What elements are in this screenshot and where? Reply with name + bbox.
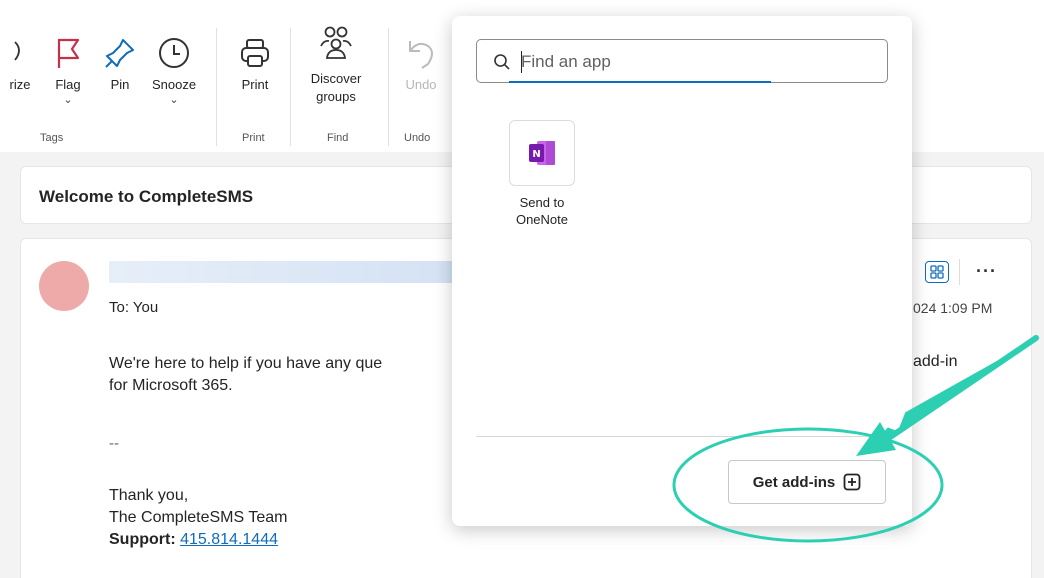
snooze-label: Snooze	[151, 77, 197, 92]
clock-icon	[146, 30, 202, 70]
undo-label: Undo	[405, 77, 437, 92]
discover-label: Discover groups	[298, 70, 374, 106]
group-label-print: Print	[242, 132, 265, 144]
apps-popup: N Send to OneNote Get add-ins	[452, 16, 912, 526]
apps-button[interactable]	[925, 261, 949, 283]
get-add-ins-label: Get add-ins	[752, 473, 836, 491]
sender-name-redacted	[109, 261, 459, 283]
email-date: 024 1:09 PM	[913, 300, 993, 316]
app-name-line2: OneNote	[515, 212, 569, 227]
categorize-label: rize	[9, 77, 31, 92]
group-label-tags: Tags	[40, 132, 64, 144]
app-name-line1: Send to	[519, 195, 565, 210]
flag-label: Flag	[55, 77, 81, 92]
pin-label: Pin	[110, 77, 130, 92]
undo-icon	[396, 30, 446, 70]
signature: Thank you, The CompleteSMS Team Support:…	[109, 485, 287, 551]
get-add-ins-button[interactable]: Get add-ins	[728, 460, 886, 504]
flag-button[interactable]: Flag ⌄	[46, 30, 90, 106]
app-name: Send to OneNote	[492, 194, 592, 228]
pin-button[interactable]: Pin	[100, 30, 140, 94]
app-search-box[interactable]	[476, 39, 888, 83]
support-line: Support: 415.814.1444	[109, 529, 287, 551]
people-icon	[298, 24, 374, 64]
signature-line-2: The CompleteSMS Team	[109, 509, 288, 526]
onenote-icon: N	[509, 120, 575, 186]
pin-icon	[100, 30, 140, 70]
body-line-1: We're here to help if you have any que	[109, 355, 383, 372]
more-options-button[interactable]: ···	[976, 261, 997, 282]
categorize-button[interactable]: rize	[0, 30, 40, 94]
print-label: Print	[241, 77, 269, 92]
text-caret	[521, 51, 522, 73]
printer-icon	[230, 30, 280, 70]
search-icon	[493, 53, 511, 76]
svg-text:N: N	[532, 149, 540, 160]
ribbon-separator	[290, 28, 291, 146]
recipient-line: To: You	[109, 299, 159, 316]
discover-label-line1: Discover	[310, 71, 362, 86]
add-square-icon	[843, 473, 861, 491]
search-focus-underline	[509, 81, 771, 83]
avatar[interactable]	[39, 261, 89, 311]
group-label-find: Find	[327, 132, 349, 144]
snooze-chevron-icon[interactable]: ⌄	[146, 94, 202, 106]
snooze-button[interactable]: Snooze ⌄	[146, 30, 202, 106]
undo-button[interactable]: Undo	[396, 30, 446, 94]
support-label: Support:	[109, 531, 176, 548]
signature-line-1: Thank you,	[109, 487, 189, 504]
group-label-undo: Undo	[404, 132, 431, 144]
support-phone-link[interactable]: 415.814.1444	[180, 531, 278, 548]
ribbon-separator	[216, 28, 217, 146]
discover-label-line2: groups	[316, 89, 356, 104]
app-search-input[interactable]	[521, 49, 871, 75]
flag-icon	[46, 30, 90, 70]
app-tile-send-to-onenote[interactable]: N Send to OneNote	[492, 120, 592, 228]
print-button[interactable]: Print	[230, 30, 280, 94]
action-separator	[959, 259, 960, 285]
signature-separator: --	[109, 435, 119, 452]
apps-grid-icon	[930, 265, 944, 279]
popup-divider	[476, 436, 888, 437]
ribbon-separator	[388, 28, 389, 146]
flag-chevron-icon[interactable]: ⌄	[46, 94, 90, 106]
categorize-icon	[0, 30, 40, 70]
body-line-1-right: add-in	[913, 353, 958, 370]
discover-groups-button[interactable]: Discover groups	[298, 24, 374, 106]
email-body: We're here to help if you have any que f…	[109, 353, 382, 397]
body-line-2: for Microsoft 365.	[109, 377, 233, 394]
email-subject: Welcome to CompleteSMS	[39, 187, 254, 206]
